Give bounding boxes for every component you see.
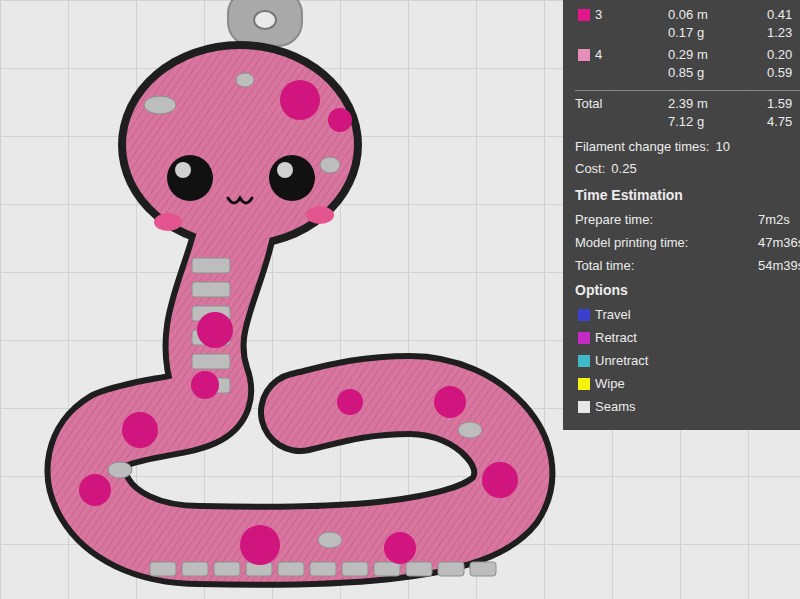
legend-item[interactable]: Travel <box>575 303 796 326</box>
time-row: Total time:54m39s <box>575 254 796 277</box>
section-title: Time Estimation <box>575 182 796 208</box>
canvas[interactable] <box>0 0 560 599</box>
color-swatch <box>578 378 590 390</box>
filament-row: 30.06 m0.17 g0.411.23 <box>575 6 796 42</box>
color-swatch <box>578 309 590 321</box>
face <box>154 155 334 231</box>
filament-row: 40.29 m0.85 g0.200.59 <box>575 46 796 82</box>
stats-panel: 30.06 m0.17 g0.411.23 40.29 m0.85 g0.200.… <box>563 0 800 430</box>
keychain-loop <box>228 0 302 46</box>
filament-change: Filament change times:10 <box>575 136 796 158</box>
slicer-preview: 30.06 m0.17 g0.411.23 40.29 m0.85 g0.200.… <box>0 0 800 599</box>
divider <box>575 90 800 91</box>
section-title: Options <box>575 277 796 303</box>
color-swatch <box>578 332 590 344</box>
time-row: Prepare time:7m2s <box>575 208 796 231</box>
spots <box>79 73 518 565</box>
color-swatch <box>578 9 590 21</box>
cost: Cost:0.25 <box>575 158 796 180</box>
legend-item[interactable]: Seams <box>575 395 796 418</box>
belly-segments <box>150 258 496 576</box>
time-row: Model printing time:47m36s <box>575 231 796 254</box>
legend-item[interactable]: Wipe <box>575 372 796 395</box>
model-preview <box>0 0 560 599</box>
legend-item[interactable]: Retract <box>575 326 796 349</box>
legend-item[interactable]: Unretract <box>575 349 796 372</box>
total-row: Total2.39 m7.12 g1.594.75 <box>575 95 796 131</box>
color-swatch <box>578 355 590 367</box>
color-swatch <box>578 401 590 413</box>
color-swatch <box>578 49 590 61</box>
